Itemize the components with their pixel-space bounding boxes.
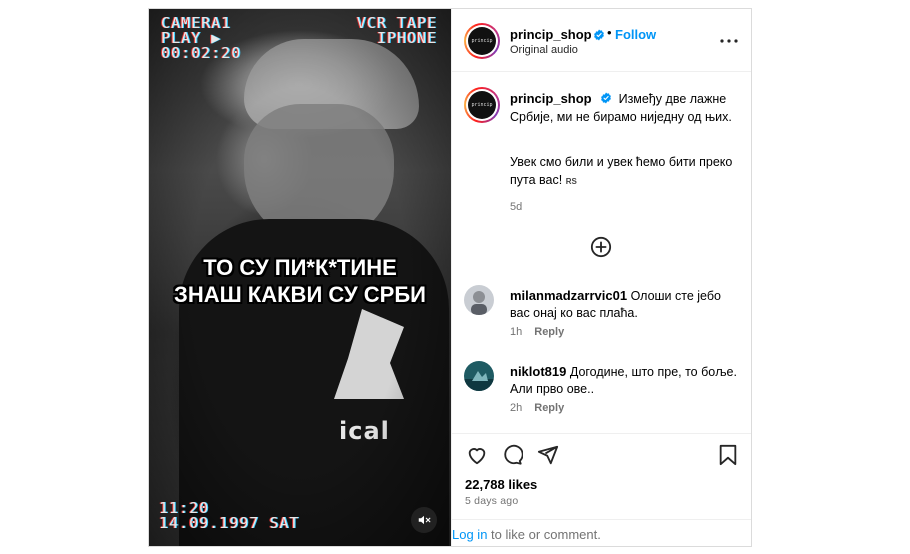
- login-rest: to like or comment.: [487, 527, 601, 542]
- verified-badge-icon: [601, 92, 612, 104]
- comment-item: milanmadzarrvic01 Олоши сте јебо вас она…: [452, 285, 751, 355]
- load-more-comments-button[interactable]: [590, 236, 612, 258]
- reply-button[interactable]: Reply: [534, 326, 564, 338]
- comment-text: milanmadzarrvic01 Олоши сте јебо вас она…: [510, 288, 721, 320]
- mute-icon: [418, 515, 431, 525]
- video-overlay-text: ТО СУ ПИ*К*ТИНЕ ЗНАШ КАКВИ СУ СРБИ: [174, 255, 426, 307]
- comment-icon: [504, 444, 523, 465]
- separator-dot: •: [607, 25, 612, 40]
- comment-time[interactable]: 2h: [510, 402, 522, 414]
- comment-username[interactable]: milanmadzarrvic01: [510, 288, 627, 303]
- comment-text: niklot819 Догодине, што пре, то боље. Ал…: [510, 364, 737, 396]
- comment-button[interactable]: [499, 442, 525, 468]
- vcr-top-left: CAMERA1 PLAY ▶ 00:02:20: [161, 14, 242, 62]
- post-video[interactable]: ical CAMERA1 PLAY ▶ 00:02:20 VCR TAPE IP…: [149, 9, 451, 546]
- caption-line2-wrap: Увек смо били и увек ћемо бити преко пут…: [510, 153, 740, 191]
- caption-avatar[interactable]: princip: [464, 87, 500, 123]
- heart-icon: [468, 448, 486, 465]
- audio-label[interactable]: Original audio: [510, 44, 578, 56]
- likes-count[interactable]: 22,788 likes: [465, 477, 537, 492]
- header-username[interactable]: princip_shop: [510, 27, 592, 42]
- flag-rs: RS: [565, 177, 577, 186]
- caption-time[interactable]: 5d: [510, 201, 522, 213]
- post-header: princip princip_shop • Follow Original a…: [452, 9, 751, 72]
- post-panel: princip princip_shop • Follow Original a…: [451, 9, 751, 546]
- reply-button[interactable]: Reply: [534, 402, 564, 414]
- commenter-avatar[interactable]: [464, 285, 494, 315]
- action-bar: [452, 433, 751, 473]
- mute-button[interactable]: [411, 507, 437, 533]
- more-options-icon: [720, 39, 738, 43]
- vcr-bottom-left: 11:20 14.09.1997 SAT: [159, 499, 300, 532]
- comment-meta: 2h Reply: [510, 402, 564, 414]
- follow-button[interactable]: Follow: [615, 27, 656, 42]
- comment-meta: 1h Reply: [510, 326, 564, 338]
- verified-badge-icon: [594, 29, 604, 41]
- login-prompt: Log in to like or comment.: [452, 519, 751, 546]
- like-button[interactable]: [464, 442, 490, 468]
- comment-username[interactable]: niklot819: [510, 364, 566, 379]
- save-icon: [719, 444, 737, 466]
- post-date[interactable]: 5 days ago: [465, 495, 518, 507]
- share-icon: [537, 445, 559, 465]
- comment-item: niklot819 Догодине, што пре, то боље. Ал…: [452, 361, 751, 431]
- caption-username[interactable]: princip_shop: [510, 91, 592, 106]
- more-options-button[interactable]: [718, 31, 740, 51]
- save-button[interactable]: [715, 442, 741, 468]
- share-button[interactable]: [535, 442, 561, 468]
- avatar-logo: princip: [468, 27, 496, 55]
- comment-time[interactable]: 1h: [510, 326, 522, 338]
- vcr-top-right: VCR TAPE IPHONE: [356, 14, 437, 47]
- post-body: princip princip_shop Између две лажне Ср…: [452, 73, 751, 433]
- avatar[interactable]: princip: [464, 23, 500, 59]
- login-link[interactable]: Log in: [452, 527, 487, 542]
- post-card: ical CAMERA1 PLAY ▶ 00:02:20 VCR TAPE IP…: [148, 8, 752, 547]
- caption-text: princip_shop Између две лажне Србије, ми…: [510, 90, 740, 126]
- caption-line2: Увек смо били и увек ћемо бити преко пут…: [510, 155, 733, 187]
- commenter-avatar[interactable]: [464, 361, 494, 391]
- add-comment-icon: [590, 236, 612, 258]
